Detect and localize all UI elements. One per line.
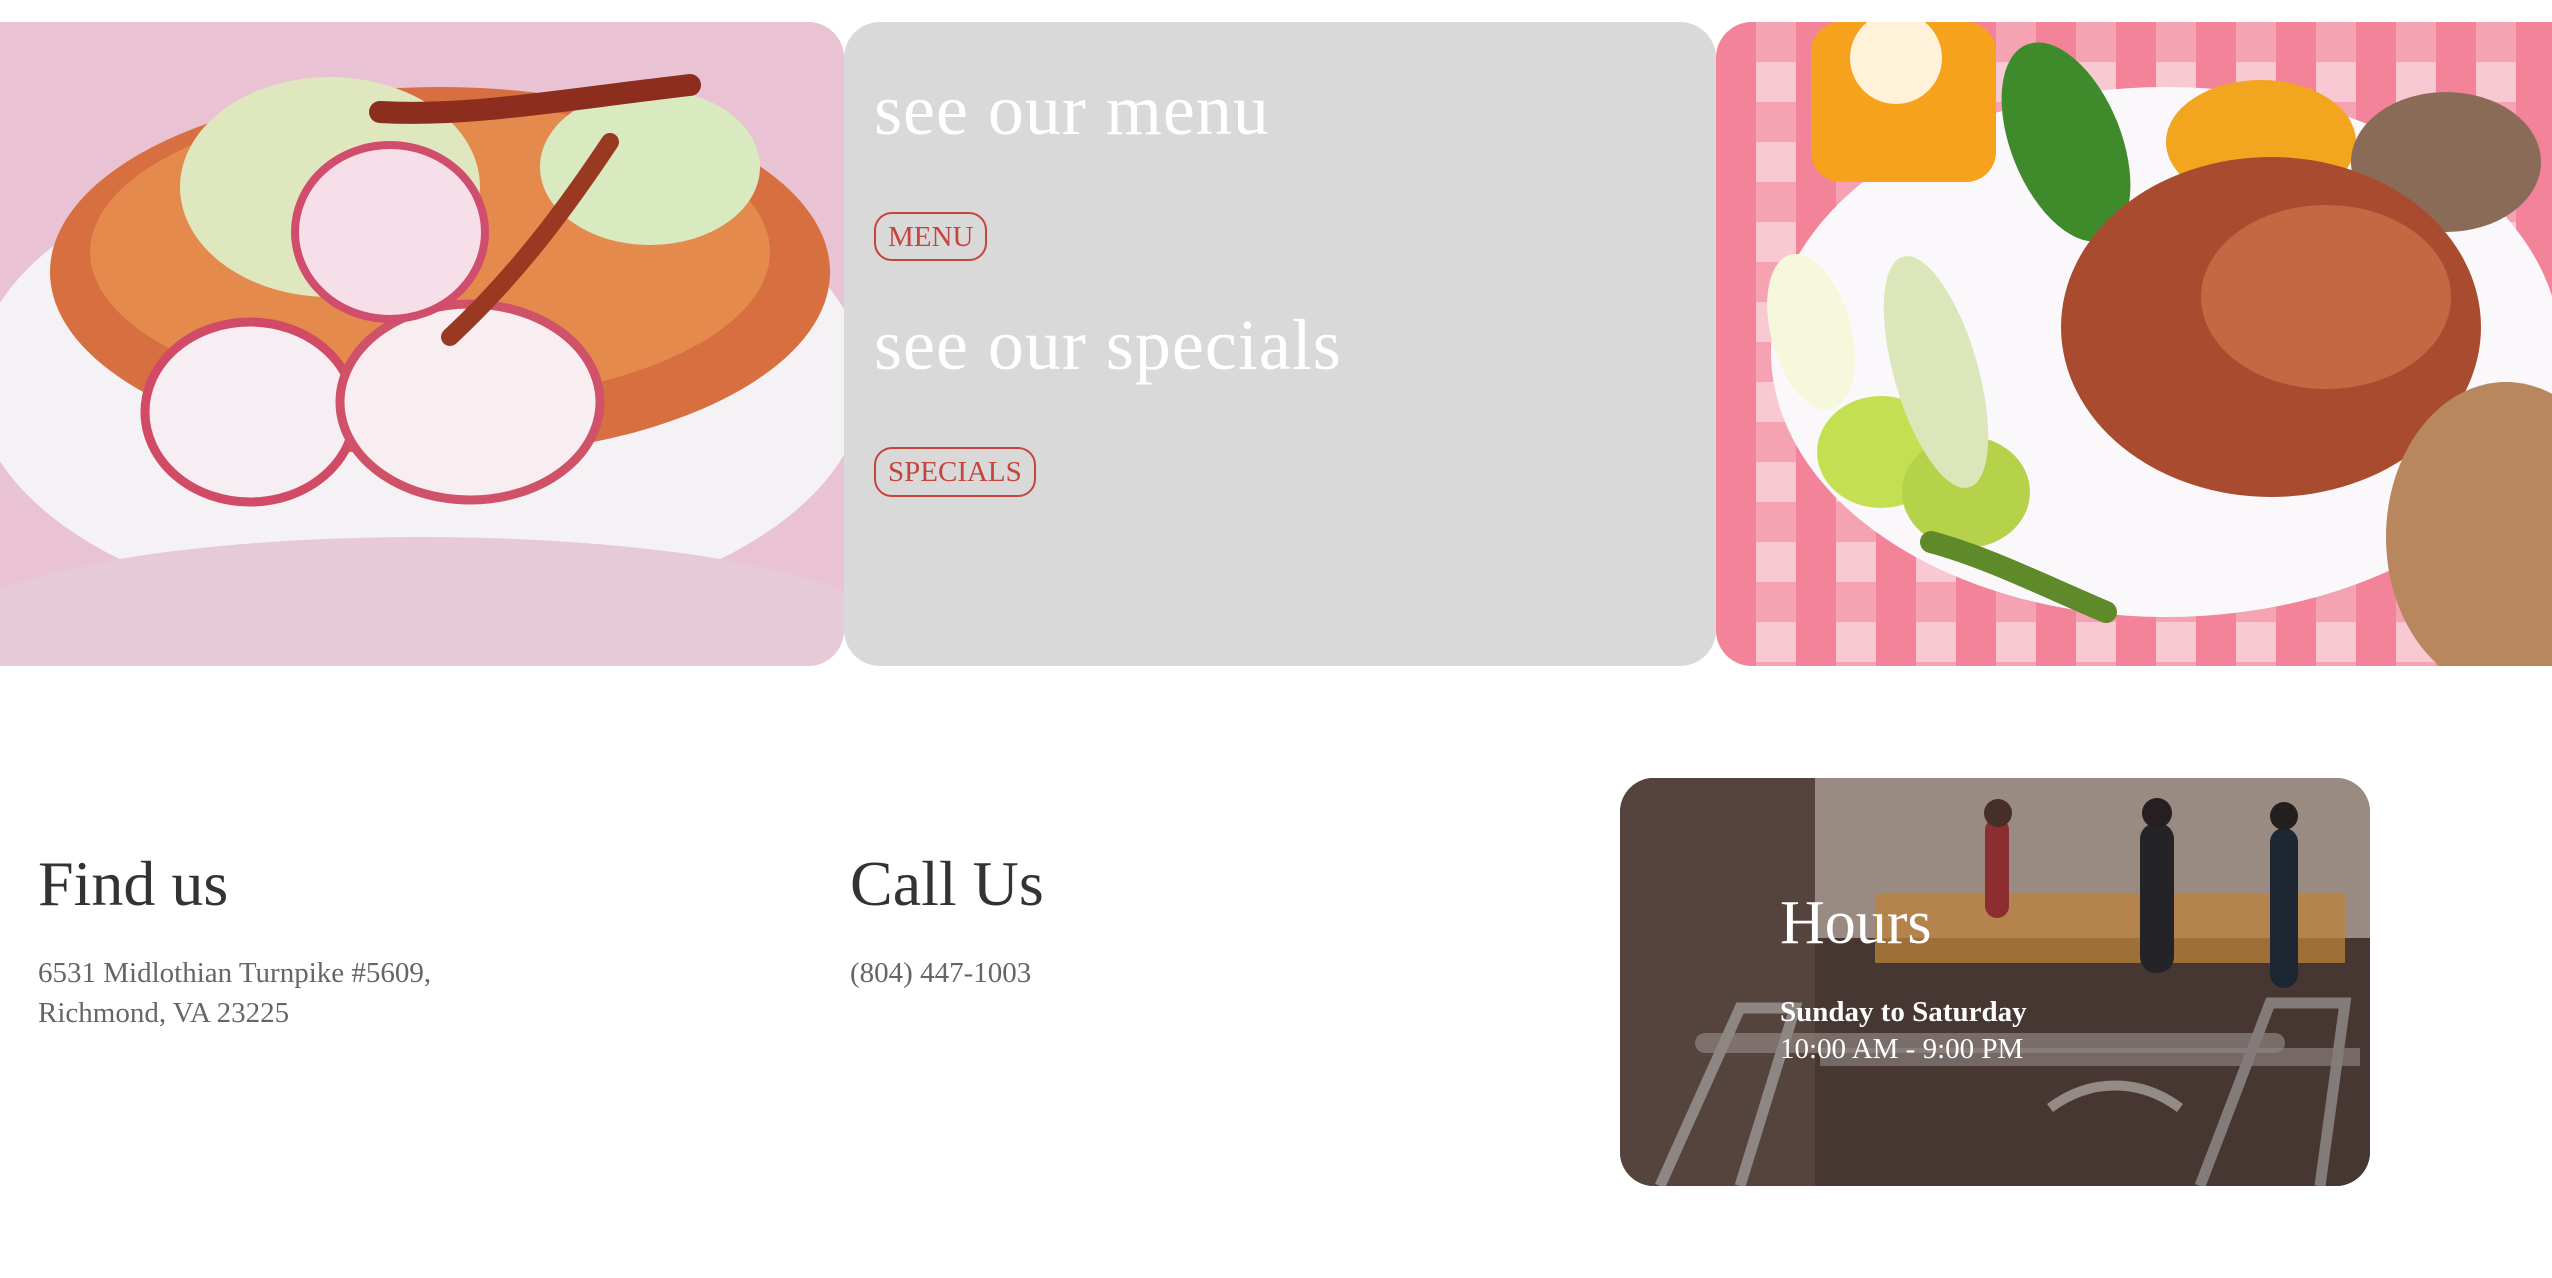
menu-button[interactable]: MENU bbox=[874, 212, 988, 262]
specials-button[interactable]: SPECIALS bbox=[874, 447, 1036, 497]
specials-heading[interactable]: see our specials bbox=[874, 309, 1634, 381]
menu-specials-panel: see our menu MENU see our specials SPECI… bbox=[844, 22, 1716, 666]
find-us-section: Find us 6531 Midlothian Turnpike #5609, … bbox=[38, 852, 638, 1033]
call-us-section: Call Us (804) 447-1003 bbox=[850, 852, 1270, 994]
hours-title: Hours bbox=[1780, 889, 1932, 957]
find-us-title: Find us bbox=[38, 848, 229, 919]
menu-specials-content: see our menu MENU see our specials SPECI… bbox=[874, 74, 1634, 545]
call-us-title: Call Us bbox=[850, 848, 1044, 919]
phone-link[interactable]: (804) 447-1003 bbox=[850, 954, 1270, 994]
soup-photo-art bbox=[0, 22, 844, 666]
hours-content: Hours Sunday to Saturday 10:00 AM - 9:00… bbox=[1780, 892, 2230, 1068]
soup-photo bbox=[0, 22, 844, 666]
hours-days: Sunday to Saturday bbox=[1780, 996, 2027, 1028]
hero-section: see our menu MENU see our specials SPECI… bbox=[0, 22, 2552, 666]
address-line-2: Richmond, VA 23225 bbox=[38, 996, 290, 1029]
platter-photo bbox=[1716, 22, 2552, 666]
hours-time: 10:00 AM - 9:00 PM bbox=[1780, 1033, 2024, 1066]
top-strip bbox=[0, 0, 2552, 22]
menu-heading[interactable]: see our menu bbox=[874, 74, 1634, 146]
platter-photo-art bbox=[1716, 22, 2552, 666]
hours-card: Hours Sunday to Saturday 10:00 AM - 9:00… bbox=[1620, 778, 2370, 1186]
address-line-1: 6531 Midlothian Turnpike #5609, bbox=[38, 957, 432, 989]
address-text: 6531 Midlothian Turnpike #5609, Richmond… bbox=[38, 954, 638, 1033]
